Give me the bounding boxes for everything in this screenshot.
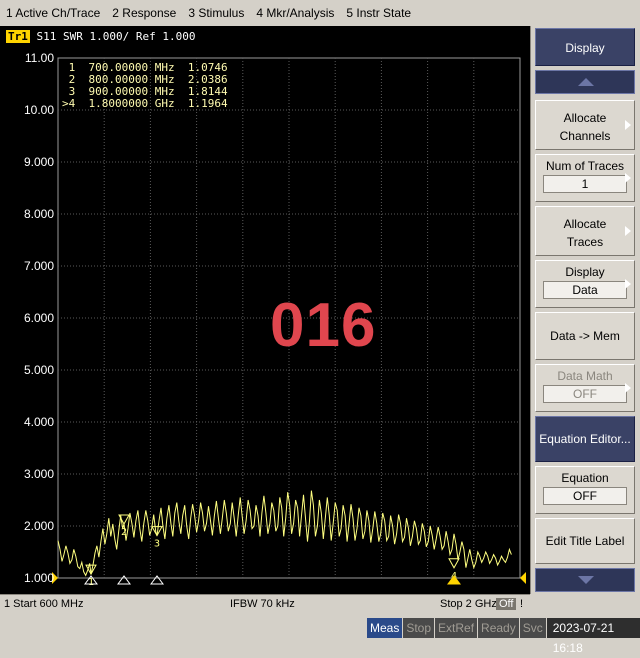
data-math-value: OFF [543,385,627,403]
marker-value: 1.1964 [187,97,228,110]
overlay-number: 016 [270,291,377,360]
start-frequency[interactable]: 1 Start 600 MHz [4,598,83,610]
status-svc: Svc [518,618,546,638]
trace-format: S11 SWR 1.000/ Ref 1.000 [36,30,196,43]
y-tick-label: 11.00 [24,51,54,65]
num-of-traces-value: 1 [543,175,627,193]
menu-response[interactable]: 2 Response [106,6,182,20]
allocate-channels-label: Allocate Channels [559,111,611,143]
y-tick-label: 10.00 [23,103,54,117]
marker-table: 1 700.00000 MHz 1.0746 2 800.00000 MHz 2… [62,62,228,110]
display-label: Display [565,265,605,279]
y-tick-label: 7.000 [23,259,54,273]
marker-2-number: 2 [121,527,127,538]
softkey-title-display[interactable]: Display [535,28,635,66]
menu-mkr-analysis[interactable]: 4 Mkr/Analysis [250,6,340,20]
trace-badge[interactable]: Tr1 [6,30,30,43]
marker-4-glyph [448,558,460,569]
marker-row-4: >4 1.8000000 GHz 1.1964 [62,98,228,110]
num-of-traces-label: Num of Traces [545,159,625,173]
equation-button[interactable]: Equation OFF [535,466,635,514]
display-button[interactable]: Display Data [535,260,635,308]
edit-title-label-button[interactable]: Edit Title Label [535,518,635,564]
ifbw[interactable]: IFBW 70 kHz [230,598,295,610]
status-ready: Ready [477,618,519,638]
softkey-title-label: Display [565,41,605,55]
menu-active-ch-trace[interactable]: 1 Active Ch/Trace [0,6,106,20]
submenu-arrow-icon [625,383,631,393]
swr-chart: 1234 [52,57,526,588]
edit-title-label-label: Edit Title Label [545,534,625,548]
menu-stimulus[interactable]: 3 Stimulus [182,6,250,20]
y-tick-label: 4.000 [23,415,54,429]
marker-2-stimulus-triangle [117,575,131,585]
softkey-panel: Display Allocate Channels Num of Traces … [530,26,640,594]
y-tick-label: 1.000 [23,571,54,585]
data-math-button[interactable]: Data Math OFF [535,364,635,412]
scroll-down-button[interactable] [535,568,635,592]
marker-freq: 1.8000000 GHz [88,97,175,110]
menu-instr-state[interactable]: 5 Instr State [340,6,417,20]
equation-editor-label: Equation Editor... [539,432,631,446]
equation-editor-button[interactable]: Equation Editor... [535,416,635,462]
data-to-mem-label: Data -> Mem [550,329,620,343]
submenu-arrow-icon [625,226,631,236]
num-of-traces-button[interactable]: Num of Traces 1 [535,154,635,202]
allocate-channels-button[interactable]: Allocate Channels [535,100,635,150]
display-value: Data [543,281,627,299]
y-tick-label: 3.000 [23,467,54,481]
y-tick-label: 2.000 [23,519,54,533]
y-tick-label: 8.000 [23,207,54,221]
status-datetime: 2023-07-21 16:18 [545,618,640,655]
up-arrow-icon [578,78,594,86]
marker-3-stimulus-triangle [150,575,164,585]
submenu-arrow-icon [625,120,631,130]
status-bar: Meas Stop ExtRef Ready Svc 2023-07-21 16… [0,614,640,655]
y-tick-label: 9.000 [23,155,54,169]
submenu-arrow-icon [625,279,631,289]
y-tick-label: 5.000 [23,363,54,377]
equation-value: OFF [543,487,627,505]
status-stop: Stop [402,618,435,638]
status-meas: Meas [366,618,403,638]
channel-footer: 1 Start 600 MHz IFBW 70 kHz Stop 2 GHz O… [0,594,530,615]
submenu-arrow-icon [625,173,631,183]
trace-header: Tr1 S11 SWR 1.000/ Ref 1.000 [6,30,195,43]
scroll-up-button[interactable] [535,70,635,94]
status-extref: ExtRef [434,618,478,638]
stop-frequency[interactable]: Stop 2 GHz [440,598,497,610]
reference-level-right-marker [520,572,526,584]
allocate-traces-button[interactable]: Allocate Traces [535,206,635,256]
marker-3-number: 3 [154,539,160,550]
data-to-mem-button[interactable]: Data -> Mem [535,312,635,360]
menu-bar: 1 Active Ch/Trace 2 Response 3 Stimulus … [0,0,640,27]
y-tick-label: 6.000 [23,311,54,325]
down-arrow-icon [578,576,594,584]
data-math-label: Data Math [557,369,613,383]
averaging-off-indicator: Off [496,598,517,610]
warning-indicator: ! [520,598,524,610]
allocate-traces-label: Allocate Traces [563,217,607,249]
marker-4-stimulus-triangle [447,575,461,585]
measurement-screen: 1234 Tr1 S11 SWR 1.000/ Ref 1.000 1 700.… [0,26,530,594]
marker-label: >4 [62,97,76,110]
equation-label: Equation [561,471,609,485]
